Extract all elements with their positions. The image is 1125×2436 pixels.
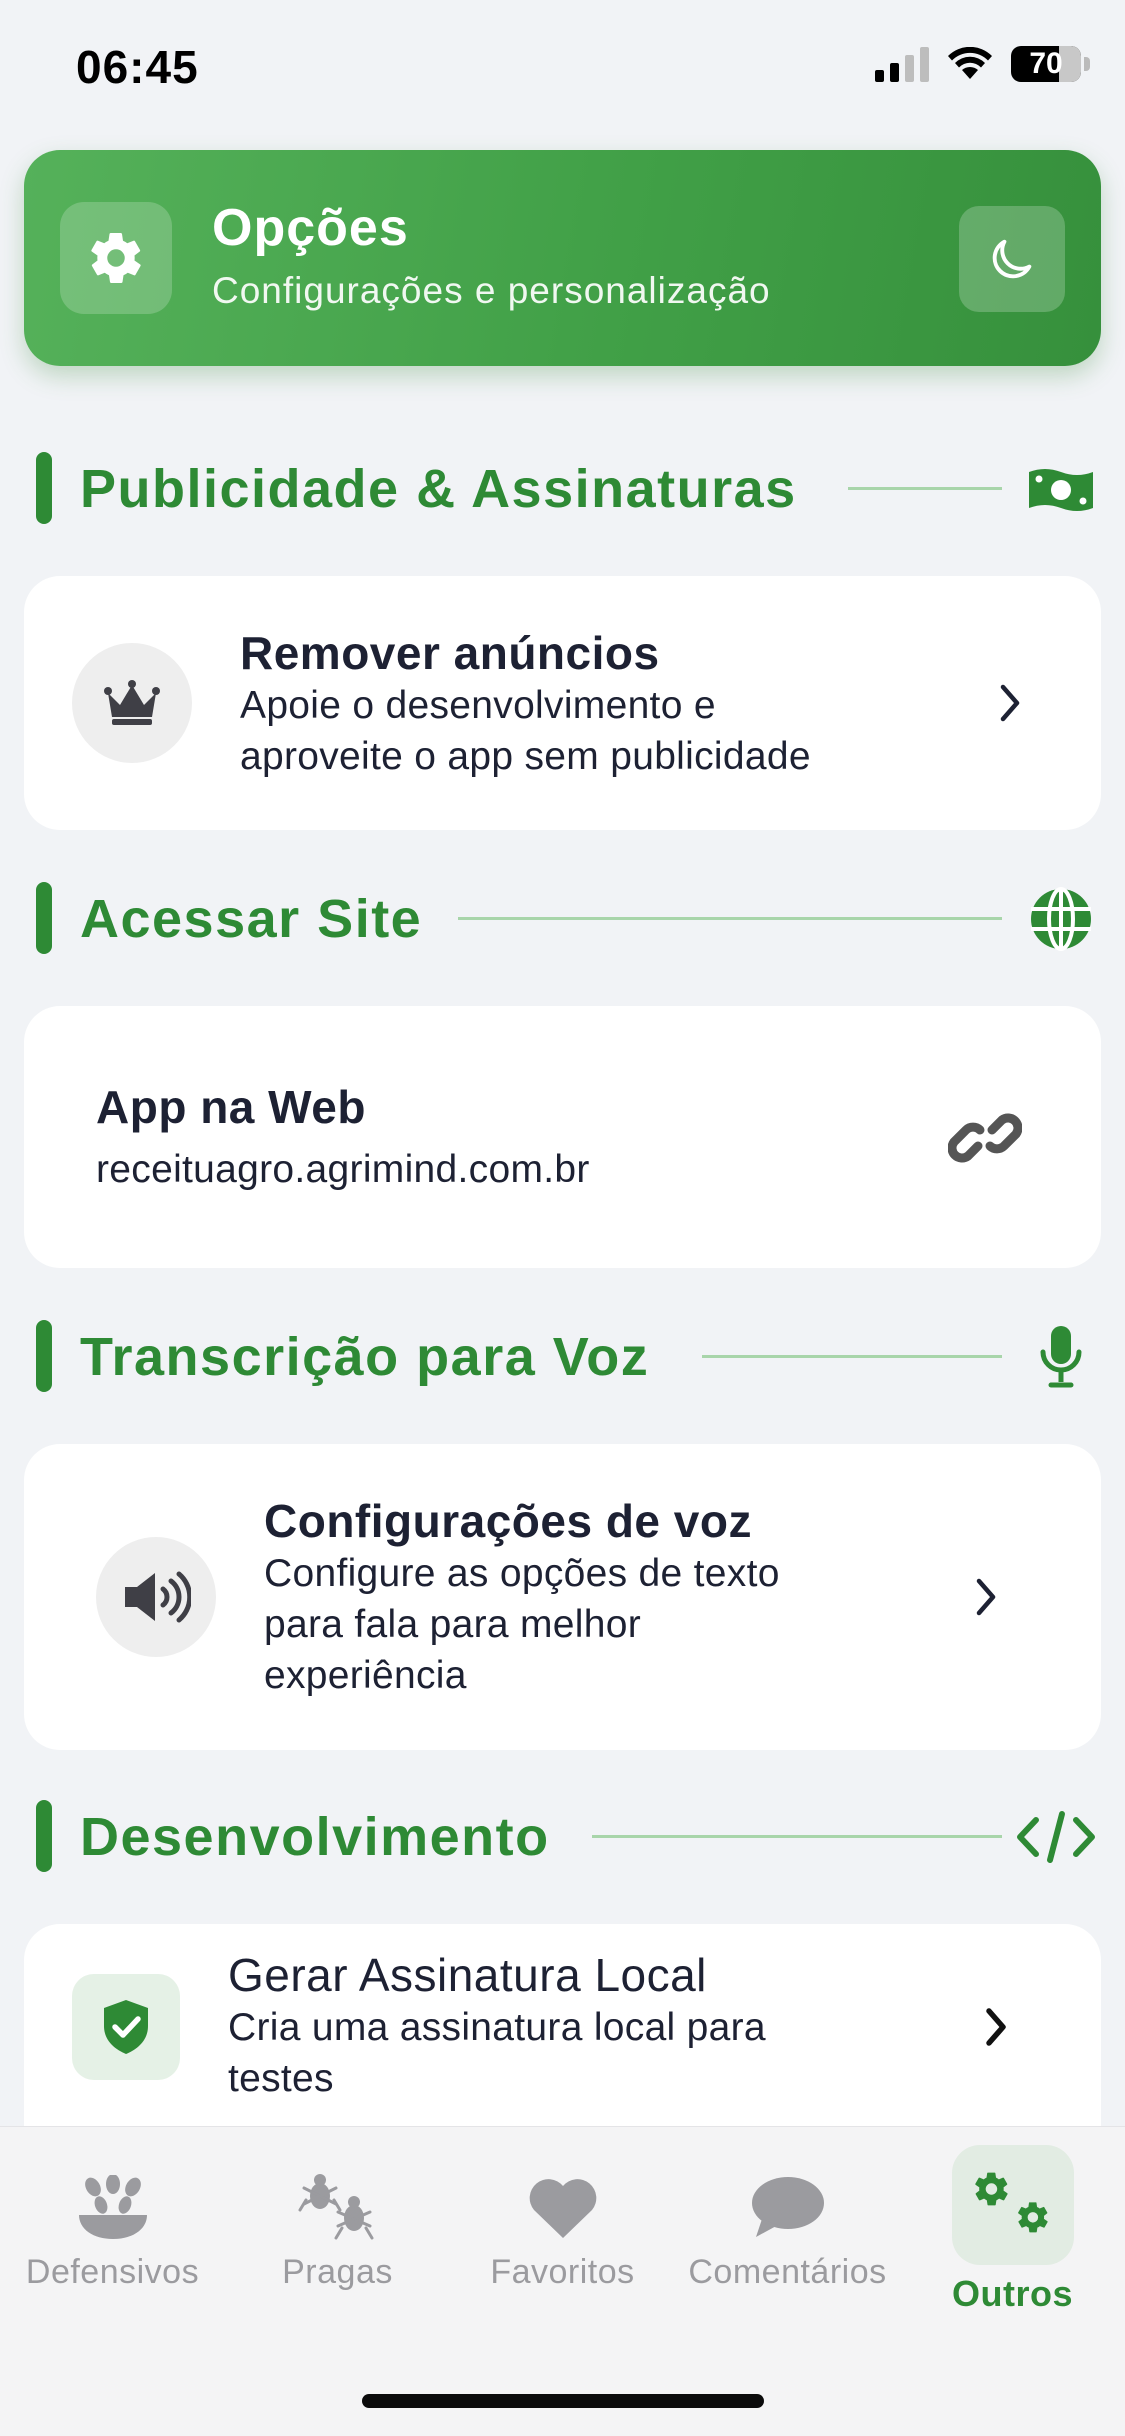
- chevron-right-icon: [990, 683, 1030, 723]
- web-app-card[interactable]: App na Web receituagro.agrimind.com.br: [24, 1006, 1101, 1268]
- section-header-voice: Transcrição para Voz: [36, 1316, 1096, 1396]
- status-bar: 06:45 70: [0, 0, 1125, 140]
- nav-item-comentarios[interactable]: Comentários: [675, 2127, 900, 2337]
- crown-icon-circle: [72, 643, 192, 763]
- microphone-icon: [1026, 1322, 1096, 1392]
- section-accent-bar: [36, 1320, 52, 1392]
- status-icons: 70: [875, 46, 1090, 82]
- voice-settings-card[interactable]: Configurações de voz Configure as opções…: [24, 1444, 1101, 1750]
- card-desc-line-1: Cria uma assinatura local para: [228, 2006, 766, 2049]
- speaker-icon-circle: [96, 1537, 216, 1657]
- heart-icon: [518, 2163, 608, 2253]
- nav-item-defensivos[interactable]: Defensivos: [0, 2127, 225, 2337]
- chevron-right-icon: [966, 1577, 1006, 1617]
- options-header-card: Opções Configurações e personalização: [24, 150, 1101, 366]
- page-title: Opções: [212, 199, 409, 257]
- section-title: Desenvolvimento: [80, 1807, 550, 1867]
- nav-label: Favoritos: [490, 2253, 635, 2291]
- section-divider: [702, 1355, 1002, 1358]
- remove-ads-card[interactable]: Remover anúncios Apoie o desenvolvimento…: [24, 576, 1101, 830]
- status-time: 06:45: [76, 41, 199, 93]
- bugs-icon: [293, 2163, 383, 2253]
- nav-item-outros[interactable]: Outros: [900, 2127, 1125, 2337]
- nav-label: Comentários: [688, 2253, 887, 2291]
- page-subtitle: Configurações e personalização: [212, 270, 771, 311]
- card-title: Gerar Assinatura Local: [228, 1949, 707, 2001]
- code-icon: [1016, 1802, 1096, 1872]
- wifi-icon: [948, 47, 992, 79]
- battery-level: 70: [1029, 47, 1063, 80]
- home-indicator[interactable]: [362, 2394, 764, 2408]
- section-title: Publicidade & Assinaturas: [80, 459, 797, 519]
- nav-label: Pragas: [282, 2253, 393, 2291]
- section-accent-bar: [36, 882, 52, 954]
- section-accent-bar: [36, 1800, 52, 1872]
- gear-icon: [91, 232, 141, 284]
- globe-icon: [1026, 884, 1096, 954]
- website-url: receituagro.agrimind.com.br: [96, 1148, 590, 1191]
- nav-item-favoritos[interactable]: Favoritos: [450, 2127, 675, 2337]
- nav-label: Defensivos: [25, 2253, 200, 2291]
- crown-icon: [104, 680, 160, 725]
- section-divider: [848, 487, 1002, 490]
- section-divider: [592, 1835, 1002, 1838]
- section-title: Acessar Site: [80, 889, 423, 949]
- section-accent-bar: [36, 452, 52, 524]
- card-title: Remover anúncios: [240, 627, 660, 679]
- card-title: Configurações de voz: [264, 1495, 752, 1547]
- section-title: Transcrição para Voz: [80, 1327, 650, 1387]
- nav-item-pragas[interactable]: Pragas: [225, 2127, 450, 2337]
- section-header-dev: Desenvolvimento: [36, 1796, 1096, 1876]
- section-header-ads: Publicidade & Assinaturas: [36, 448, 1096, 528]
- card-desc-line-2: aproveite o app sem publicidade: [240, 735, 811, 778]
- moon-icon: [992, 239, 1032, 279]
- section-divider: [458, 917, 1002, 920]
- card-desc-line-1: Apoie o desenvolvimento e: [240, 684, 716, 727]
- dark-mode-toggle-button[interactable]: [959, 206, 1065, 312]
- shield-check-icon: [104, 2000, 148, 2054]
- battery-icon: 70: [1011, 46, 1090, 82]
- comment-icon: [743, 2163, 833, 2253]
- volume-icon: [125, 1571, 191, 1623]
- seedling-bowl-icon: [68, 2163, 158, 2253]
- card-desc-line-2: testes: [228, 2057, 334, 2100]
- card-desc-line-3: experiência: [264, 1654, 467, 1697]
- gears-icon: [968, 2159, 1058, 2249]
- settings-icon-box: [60, 202, 172, 314]
- money-bill-icon: [1026, 454, 1096, 524]
- card-title: App na Web: [96, 1081, 366, 1133]
- nav-label: Outros: [951, 2273, 1073, 2314]
- section-header-site: Acessar Site: [36, 878, 1096, 958]
- chevron-right-icon: [976, 2007, 1016, 2047]
- shield-icon-box: [72, 1974, 180, 2080]
- card-desc-line-1: Configure as opções de texto: [264, 1552, 780, 1595]
- bottom-navigation: Defensivos Pragas Favoritos Comentários …: [0, 2126, 1125, 2436]
- link-icon: [947, 1108, 1023, 1168]
- card-desc-line-2: para fala para melhor: [264, 1603, 642, 1646]
- cellular-signal-icon: [875, 46, 929, 82]
